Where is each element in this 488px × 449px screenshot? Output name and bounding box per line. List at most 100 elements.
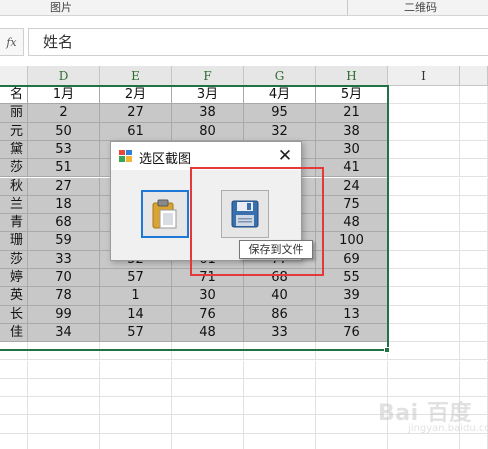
header-cell[interactable]: 3月 — [172, 86, 244, 105]
table-cell[interactable]: 兰 — [0, 195, 28, 215]
empty-cell[interactable] — [388, 287, 460, 306]
empty-cell[interactable] — [0, 360, 28, 379]
column-header-partial[interactable] — [0, 66, 28, 86]
empty-cell[interactable] — [460, 232, 488, 251]
table-cell[interactable]: 99 — [28, 305, 100, 324]
table-cell[interactable]: 61 — [100, 122, 172, 141]
table-cell[interactable]: 71 — [172, 269, 244, 288]
table-cell[interactable]: 32 — [244, 122, 316, 141]
empty-cell[interactable] — [388, 250, 460, 269]
empty-cell[interactable] — [388, 86, 460, 105]
empty-cell[interactable] — [388, 269, 460, 288]
empty-cell[interactable] — [460, 86, 488, 105]
formula-input[interactable]: 姓名 — [28, 28, 488, 56]
dialog-titlebar[interactable]: 选区截图 ✕ — [111, 142, 301, 170]
empty-cell[interactable] — [460, 269, 488, 288]
header-cell[interactable]: 名 — [0, 86, 28, 105]
table-cell[interactable]: 34 — [28, 323, 100, 343]
table-cell[interactable]: 黛 — [0, 140, 28, 160]
empty-cell[interactable] — [388, 342, 460, 361]
empty-cell[interactable] — [28, 360, 100, 379]
empty-cell[interactable] — [172, 360, 244, 379]
fill-handle[interactable] — [384, 347, 390, 353]
empty-cell[interactable] — [244, 415, 316, 434]
column-header-e[interactable]: E — [100, 66, 172, 86]
empty-cell[interactable] — [388, 159, 460, 178]
empty-cell[interactable] — [172, 342, 244, 361]
table-cell[interactable]: 33 — [28, 250, 100, 269]
empty-cell[interactable] — [388, 214, 460, 233]
empty-cell[interactable] — [460, 177, 488, 196]
empty-cell[interactable] — [388, 323, 460, 343]
table-cell[interactable]: 佳 — [0, 323, 28, 343]
table-cell[interactable]: 57 — [100, 323, 172, 343]
empty-cell[interactable] — [388, 195, 460, 215]
table-cell[interactable]: 莎 — [0, 250, 28, 269]
header-cell[interactable]: 5月 — [316, 86, 388, 105]
empty-cell[interactable] — [460, 342, 488, 361]
table-cell[interactable]: 69 — [316, 250, 388, 269]
empty-cell[interactable] — [460, 305, 488, 324]
column-header-d[interactable]: D — [28, 66, 100, 86]
empty-cell[interactable] — [460, 195, 488, 215]
table-cell[interactable]: 38 — [172, 104, 244, 123]
empty-cell[interactable] — [100, 397, 172, 416]
empty-cell[interactable] — [460, 140, 488, 160]
empty-cell[interactable] — [100, 415, 172, 434]
empty-cell[interactable] — [388, 140, 460, 160]
table-cell[interactable]: 30 — [172, 287, 244, 306]
column-header-h[interactable]: H — [316, 66, 388, 86]
empty-cell[interactable] — [388, 232, 460, 251]
empty-cell[interactable] — [172, 378, 244, 398]
empty-cell[interactable] — [0, 415, 28, 434]
empty-cell[interactable] — [172, 433, 244, 449]
table-cell[interactable]: 51 — [28, 159, 100, 178]
empty-cell[interactable] — [460, 122, 488, 141]
table-cell[interactable]: 英 — [0, 287, 28, 306]
empty-cell[interactable] — [460, 104, 488, 123]
header-cell[interactable]: 2月 — [100, 86, 172, 105]
empty-cell[interactable] — [244, 360, 316, 379]
empty-cell[interactable] — [244, 378, 316, 398]
empty-cell[interactable] — [0, 433, 28, 449]
empty-cell[interactable] — [28, 342, 100, 361]
table-cell[interactable]: 30 — [316, 140, 388, 160]
column-header-next[interactable] — [460, 66, 488, 86]
table-cell[interactable]: 27 — [28, 177, 100, 196]
empty-cell[interactable] — [460, 287, 488, 306]
table-cell[interactable]: 75 — [316, 195, 388, 215]
table-cell[interactable]: 53 — [28, 140, 100, 160]
table-cell[interactable]: 70 — [28, 269, 100, 288]
table-cell[interactable]: 80 — [172, 122, 244, 141]
empty-cell[interactable] — [388, 122, 460, 141]
empty-cell[interactable] — [316, 342, 388, 361]
table-cell[interactable]: 48 — [172, 323, 244, 343]
header-cell[interactable]: 1月 — [28, 86, 100, 105]
empty-cell[interactable] — [0, 378, 28, 398]
column-header-g[interactable]: G — [244, 66, 316, 86]
column-header-i[interactable]: I — [388, 66, 460, 86]
table-cell[interactable]: 50 — [28, 122, 100, 141]
insert-function-button[interactable]: fx — [0, 28, 24, 56]
table-cell[interactable]: 2 — [28, 104, 100, 123]
table-cell[interactable]: 68 — [28, 214, 100, 233]
empty-cell[interactable] — [388, 177, 460, 196]
empty-cell[interactable] — [460, 214, 488, 233]
table-cell[interactable]: 婷 — [0, 269, 28, 288]
empty-cell[interactable] — [388, 104, 460, 123]
table-cell[interactable]: 秋 — [0, 177, 28, 196]
table-cell[interactable]: 59 — [28, 232, 100, 251]
save-to-file-button[interactable] — [221, 190, 269, 238]
table-cell[interactable]: 21 — [316, 104, 388, 123]
table-cell[interactable]: 13 — [316, 305, 388, 324]
empty-cell[interactable] — [460, 159, 488, 178]
table-cell[interactable]: 48 — [316, 214, 388, 233]
table-cell[interactable]: 24 — [316, 177, 388, 196]
table-cell[interactable]: 33 — [244, 323, 316, 343]
empty-cell[interactable] — [28, 378, 100, 398]
empty-cell[interactable] — [28, 415, 100, 434]
table-cell[interactable]: 39 — [316, 287, 388, 306]
table-cell[interactable]: 41 — [316, 159, 388, 178]
empty-cell[interactable] — [100, 378, 172, 398]
table-cell[interactable]: 莎 — [0, 159, 28, 178]
